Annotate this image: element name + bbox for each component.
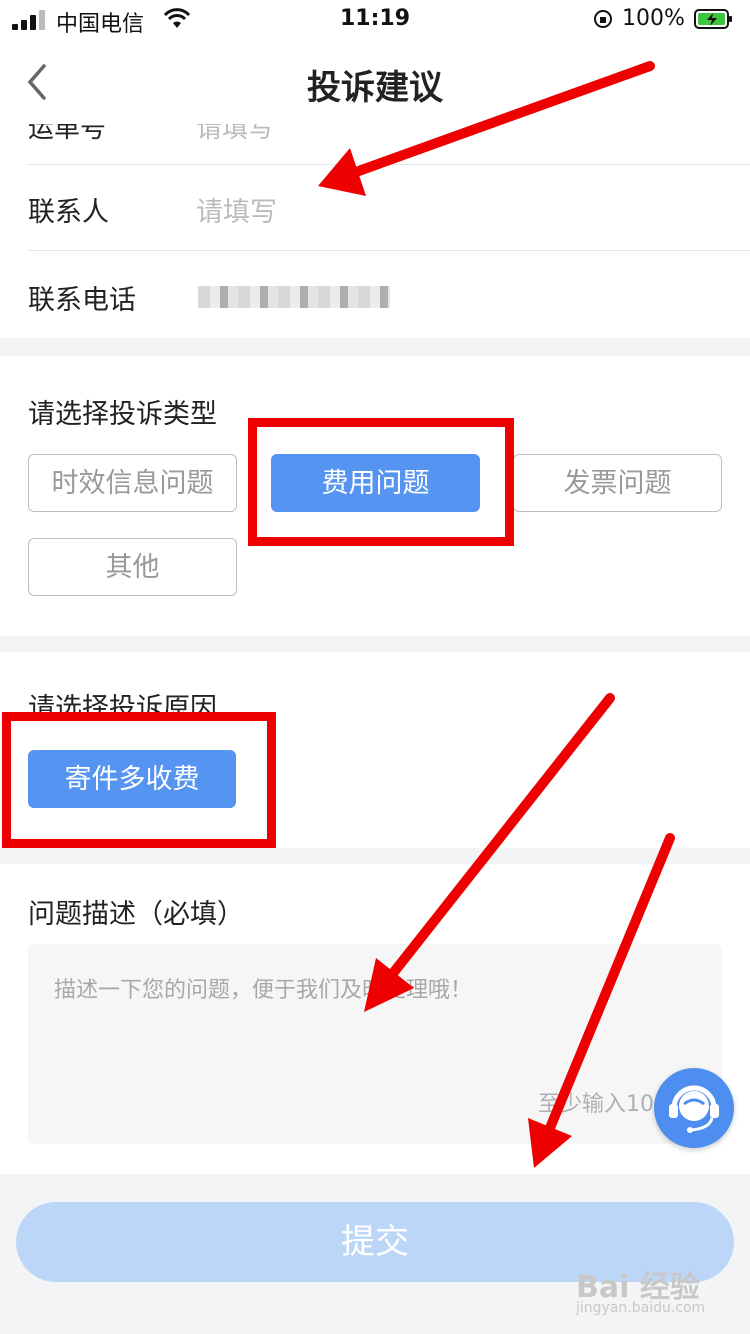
status-bar: 中国电信 11:19 100% bbox=[0, 0, 750, 40]
rotation-lock-icon bbox=[594, 10, 612, 28]
waybill-row[interactable]: 运单号 请填写 bbox=[28, 124, 750, 165]
description-title: 问题描述（必填） bbox=[28, 899, 244, 930]
description-placeholder: 描述一下您的问题，便于我们及时处理哦！ bbox=[54, 978, 473, 1003]
description-textarea[interactable]: 描述一下您的问题，便于我们及时处理哦！ 至少输入10 bbox=[28, 944, 722, 1144]
type-option-invoice[interactable]: 发票问题 bbox=[513, 454, 722, 512]
contact-person-label: 联系人 bbox=[28, 197, 109, 228]
phone-row: 联系电话 bbox=[28, 252, 750, 338]
waybill-input[interactable]: 请填写 bbox=[196, 124, 274, 145]
baidu-watermark: Bai 经验 jingyan.baidu.com bbox=[576, 1262, 736, 1326]
type-option-other[interactable]: 其他 bbox=[28, 538, 237, 596]
phone-input-redacted[interactable] bbox=[198, 286, 390, 308]
phone-label: 联系电话 bbox=[28, 285, 136, 316]
type-option-timeliness[interactable]: 时效信息问题 bbox=[28, 454, 237, 512]
watermark-url: jingyan.baidu.com bbox=[576, 1300, 706, 1316]
description-section: 问题描述（必填） 描述一下您的问题，便于我们及时处理哦！ 至少输入10 bbox=[0, 864, 750, 1174]
char-counter: 至少输入10 bbox=[538, 1092, 654, 1117]
annotation-box-fee bbox=[248, 418, 514, 546]
contact-section: 运单号 请填写 联系人 请填写 联系电话 bbox=[0, 124, 750, 338]
nav-bar: 投诉建议 bbox=[0, 40, 750, 124]
battery-percent: 100% bbox=[622, 6, 685, 31]
contact-person-input[interactable]: 请填写 bbox=[196, 190, 277, 229]
customer-service-icon[interactable] bbox=[654, 1068, 734, 1148]
battery-charging-icon bbox=[694, 9, 732, 29]
contact-person-row: 联系人 请填写 bbox=[28, 164, 750, 251]
waybill-label: 运单号 bbox=[28, 124, 107, 144]
headset-icon bbox=[669, 1085, 719, 1133]
page-title: 投诉建议 bbox=[307, 68, 443, 108]
annotation-box-reason bbox=[2, 712, 276, 848]
complaint-type-title: 请选择投诉类型 bbox=[28, 399, 217, 430]
